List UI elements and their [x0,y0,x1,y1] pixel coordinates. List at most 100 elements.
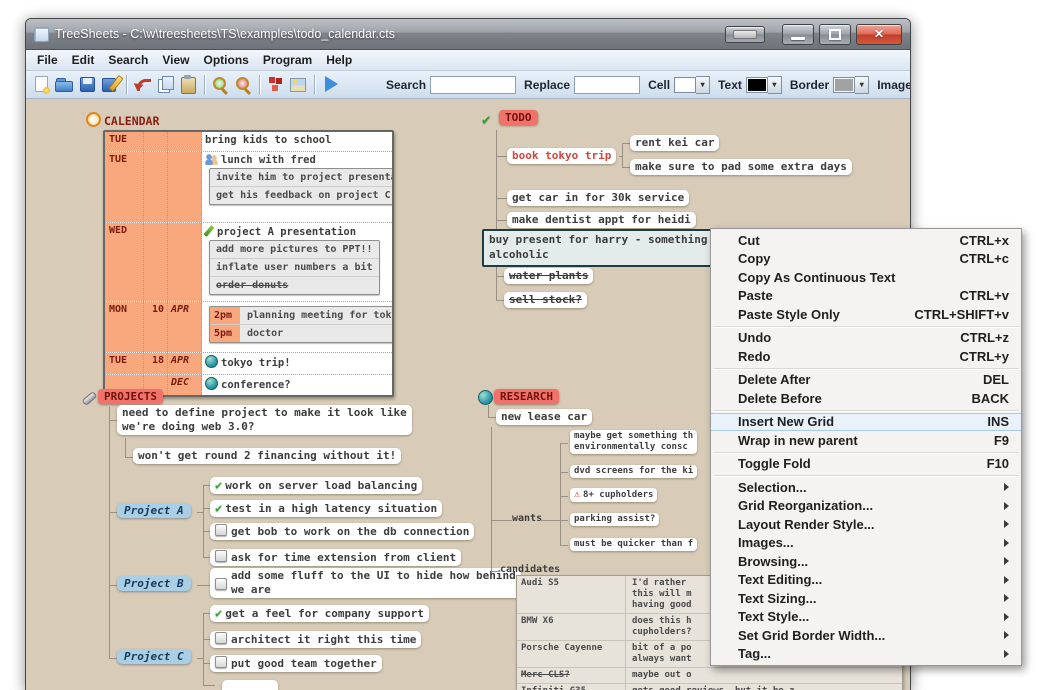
selected-cell[interactable]: buy present for harry - something alcoho… [482,229,746,267]
dropdown-arrow-icon[interactable] [855,76,869,94]
checkbox-icon[interactable] [215,632,227,644]
zoom-out-icon[interactable] [233,74,254,95]
wants-item[interactable]: dvd screens for the ki [570,465,697,478]
maximize-button[interactable] [819,24,851,45]
task-item[interactable]: work on server load balancing [210,477,422,494]
menu-item-text-style[interactable]: Text Style... [711,608,1021,627]
copy-icon[interactable] [155,74,176,95]
menu-item-copy-as-continuous-text[interactable]: Copy As Continuous Text [711,268,1021,287]
toolbar-toggle-button[interactable] [725,26,765,43]
open-folder-icon[interactable] [54,74,75,95]
menu-item-undo[interactable]: UndoCTRL+z [711,329,1021,348]
calendar-subgrid[interactable]: invite him to project presentation get h… [209,168,394,205]
wants-label[interactable]: wants [512,513,542,524]
undo-icon[interactable] [132,74,153,95]
wants-item[interactable]: parking assist? [570,513,659,526]
project-c-pill[interactable]: Project C [117,649,191,664]
paste-icon[interactable] [178,74,199,95]
todo-item[interactable]: make dentist appt for heidi [507,212,696,228]
menu-item-redo[interactable]: RedoCTRL+y [711,347,1021,366]
menu-item-delete-before[interactable]: Delete BeforeBACK [711,389,1021,408]
checkbox-icon[interactable] [215,578,227,590]
task-item[interactable]: test in a high latency situation [210,500,442,517]
project-a-pill[interactable]: Project A [117,503,191,518]
projects-note[interactable]: won't get round 2 financing without it! [133,448,401,464]
menu-item-copy[interactable]: CopyCTRL+c [711,250,1021,269]
calendar-subgrid[interactable]: 2pm planning meeting for tokyo 5pm docto… [209,306,394,343]
menu-item-layout-render-style[interactable]: Layout Render Style... [711,515,1021,534]
menu-item-toggle-fold[interactable]: Toggle FoldF10 [711,455,1021,474]
menu-item-text-sizing[interactable]: Text Sizing... [711,589,1021,608]
checkbox-icon[interactable] [215,656,227,668]
dropdown-arrow-icon[interactable] [768,76,782,94]
projects-header[interactable]: PROJECTS [98,389,163,404]
checkbox-icon[interactable] [215,550,227,562]
wants-item[interactable]: must be quicker than f [570,538,697,551]
task-item[interactable] [222,680,278,690]
task-item[interactable]: add some fluff to the UI to hide how beh… [210,568,521,598]
border-color-dropdown[interactable] [833,76,869,94]
search-input[interactable] [430,76,516,94]
menu-item-browsing[interactable]: Browsing... [711,552,1021,571]
projects-note[interactable]: need to define project to make it look l… [117,405,412,435]
wants-item[interactable]: 8+ cupholders [570,488,657,502]
calendar-header[interactable]: CALENDAR [86,112,159,128]
todo-item[interactable]: get car in for 30k service [507,190,689,206]
run-program-icon[interactable] [320,74,341,95]
replace-input[interactable] [574,76,640,94]
menu-item-delete-after[interactable]: Delete AfterDEL [711,371,1021,390]
wants-item[interactable]: maybe get something th environmentally c… [570,430,697,454]
calendar-grid[interactable]: TUE bring kids to school TUE lunch with … [103,130,394,397]
save-icon[interactable] [77,74,98,95]
minimize-button[interactable] [782,24,814,45]
menu-edit[interactable]: Edit [65,52,102,68]
calendar-row[interactable]: TUE lunch with fred invite him to projec… [105,151,392,222]
menu-item-text-editing[interactable]: Text Editing... [711,571,1021,590]
title-bar[interactable]: TreeSheets - C:\w\treesheets\TS\examples… [26,19,910,50]
close-button[interactable] [856,24,902,45]
menu-view[interactable]: View [155,52,196,68]
edit-save-icon[interactable] [100,74,121,95]
project-b-pill[interactable]: Project B [117,576,191,591]
new-file-icon[interactable] [31,74,52,95]
calendar-row[interactable]: MON 10 APR 2pm planning meeting for toky… [105,301,392,352]
task-item[interactable]: ask for time extension from client [210,549,461,566]
dropdown-arrow-icon[interactable] [696,76,710,94]
menu-item-tag[interactable]: Tag... [711,645,1021,664]
todo-item[interactable]: water plants [504,268,593,284]
menu-item-paste-style-only[interactable]: Paste Style OnlyCTRL+SHIFT+v [711,305,1021,324]
todo-header[interactable]: TODO [499,110,538,125]
table-row[interactable]: Infiniti G35 gets good reviews, but it b… [517,683,902,690]
menu-item-images[interactable]: Images... [711,534,1021,553]
menu-item-selection[interactable]: Selection... [711,478,1021,497]
menu-item-wrap-in-new-parent[interactable]: Wrap in new parentF9 [711,431,1021,450]
menu-item-paste[interactable]: PasteCTRL+v [711,287,1021,306]
todo-item[interactable]: sell stock? [504,292,587,308]
menu-file[interactable]: File [30,52,65,68]
calendar-subgrid[interactable]: add more pictures to PPT!! inflate user … [209,240,380,295]
task-item[interactable]: put good team together [210,655,382,672]
image-export-icon[interactable] [288,74,309,95]
todo-subitem[interactable]: rent kei car [630,135,719,151]
menu-options[interactable]: Options [197,52,256,68]
menu-item-set-grid-border-width[interactable]: Set Grid Border Width... [711,626,1021,645]
cell-color-dropdown[interactable] [674,76,710,94]
menu-item-grid-reorganization[interactable]: Grid Reorganization... [711,497,1021,516]
menu-program[interactable]: Program [256,52,319,68]
zoom-in-icon[interactable] [210,74,231,95]
research-header[interactable]: RESEARCH [494,389,559,404]
checkbox-icon[interactable] [215,524,227,536]
task-item[interactable]: get bob to work on the db connection [210,523,474,540]
calendar-row[interactable]: TUE 18 APR tokyo trip! [105,352,392,374]
color-run-icon[interactable] [265,74,286,95]
task-item[interactable]: architect it right this time [210,631,421,648]
menu-item-cut[interactable]: CutCTRL+x [711,231,1021,250]
menu-search[interactable]: Search [101,52,155,68]
todo-item[interactable]: book tokyo trip [507,148,616,164]
todo-subitem[interactable]: make sure to pad some extra days [630,159,852,175]
table-row[interactable]: Merc CLS? maybe out o [517,667,902,683]
menu-help[interactable]: Help [319,52,359,68]
task-item[interactable]: get a feel for company support [210,605,429,622]
menu-item-insert-new-grid[interactable]: Insert New GridINS [711,413,1021,432]
research-item[interactable]: new lease car [496,409,592,425]
